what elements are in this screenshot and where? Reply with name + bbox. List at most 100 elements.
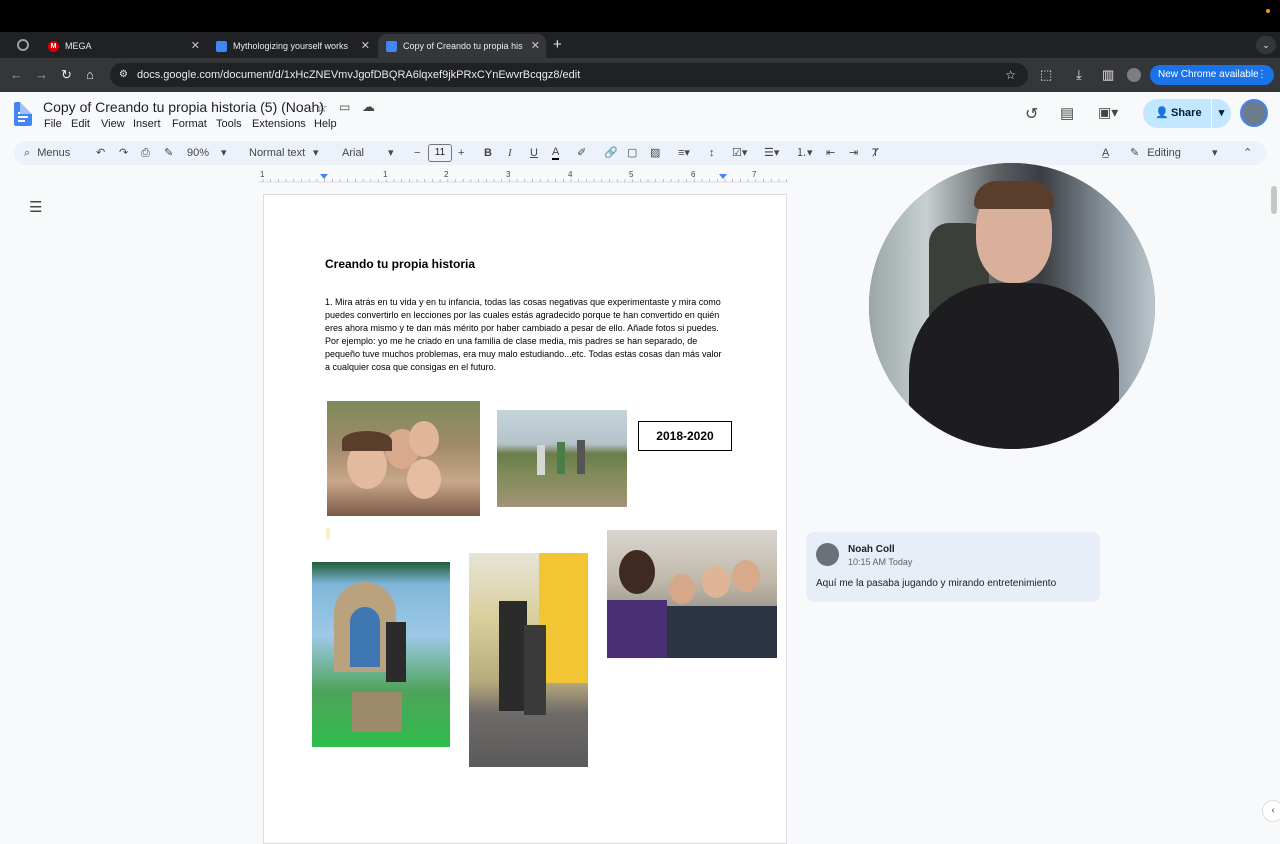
text-color-icon[interactable]: A xyxy=(552,146,560,160)
bookmark-star-icon[interactable]: ☆ xyxy=(1005,63,1016,87)
group-selfie-photo[interactable] xyxy=(607,530,777,658)
clear-formatting-icon[interactable]: Ⱦ xyxy=(872,146,879,160)
comments-icon[interactable]: ▤ xyxy=(1060,104,1074,122)
reload-icon[interactable]: ↻ xyxy=(61,68,72,81)
screen-top-bar xyxy=(0,0,1280,32)
comment-card[interactable]: Noah Coll 10:15 AM Today Aquí me la pasa… xyxy=(806,532,1100,602)
line-spacing-icon[interactable]: ↕ xyxy=(709,146,715,160)
italic-icon[interactable]: I xyxy=(508,146,512,160)
cloud-status-icon[interactable]: ☁ xyxy=(362,99,375,115)
underline-icon[interactable]: U xyxy=(530,146,538,160)
profile-avatar[interactable] xyxy=(1127,68,1141,82)
download-icon[interactable]: ⤓ xyxy=(1076,68,1082,81)
tab-mega[interactable]: M MEGA ✕ xyxy=(40,34,206,58)
font-select[interactable]: Arial ▾ xyxy=(342,146,398,160)
decrease-font-icon[interactable]: − xyxy=(414,146,420,160)
increase-font-icon[interactable]: + xyxy=(458,146,464,160)
menu-view[interactable]: View xyxy=(101,118,125,130)
lock-person-icon: 👤 xyxy=(1155,107,1169,119)
bold-icon[interactable]: B xyxy=(484,146,492,160)
version-history-icon[interactable]: ↺ xyxy=(1025,104,1038,124)
tab-title: Copy of Creando tu propia historia xyxy=(403,41,523,51)
forward-icon[interactable]: → xyxy=(35,68,48,81)
chevron-down-icon: ▾ xyxy=(313,147,319,159)
close-icon[interactable]: ✕ xyxy=(191,39,200,52)
webcam-overlay xyxy=(869,163,1155,449)
menu-extensions[interactable]: Extensions xyxy=(252,118,306,130)
add-comment-icon[interactable]: ▢ xyxy=(627,146,637,160)
insert-image-icon[interactable]: ▨ xyxy=(650,146,660,160)
document-outline-icon[interactable]: ☰ xyxy=(29,198,42,216)
back-icon[interactable]: ← xyxy=(10,68,23,81)
tab-mythologizing[interactable]: Mythologizing yourself works ✕ xyxy=(208,34,376,58)
checklist-icon[interactable]: ☑▾ xyxy=(732,146,747,160)
menu-insert[interactable]: Insert xyxy=(133,118,161,130)
menu-format[interactable]: Format xyxy=(172,118,207,130)
tab-search-button[interactable]: ⌄ xyxy=(1256,36,1276,54)
left-indent-marker xyxy=(320,174,328,179)
formatting-toolbar: ⌕ Menus ↶ ↷ ⎙ ✎ 90% ▾ Normal text ▾ Aria… xyxy=(14,141,1266,165)
numbered-list-icon[interactable]: ⒈▾ xyxy=(796,146,813,160)
star-icon[interactable]: ☆ xyxy=(316,100,328,116)
document-paragraph[interactable]: 1. Mira atrás en tu vida y en tu infanci… xyxy=(325,296,729,374)
menu-help[interactable]: Help xyxy=(314,118,337,130)
mode-select[interactable]: ✎ Editing ▾ xyxy=(1130,146,1220,160)
font-size-input[interactable]: 11 xyxy=(428,144,452,162)
search-icon: ⌕ xyxy=(24,147,31,159)
increase-indent-icon[interactable]: ⇥ xyxy=(849,146,858,160)
user-avatar[interactable] xyxy=(1240,99,1268,127)
menus-search[interactable]: ⌕ Menus xyxy=(24,146,70,160)
meet-icon[interactable]: ▣▾ xyxy=(1098,104,1118,121)
year-text-box[interactable]: 2018-2020 xyxy=(638,421,732,451)
zoom-select[interactable]: 90% ▾ xyxy=(187,146,231,160)
tab-creando[interactable]: Copy of Creando tu propia historia ✕ xyxy=(378,34,546,58)
share-button[interactable]: 👤 Share ▾ xyxy=(1143,99,1231,128)
menu-tools[interactable]: Tools xyxy=(216,118,242,130)
mode-value: Editing xyxy=(1147,147,1181,159)
document-heading[interactable]: Creando tu propia historia xyxy=(325,257,475,271)
decrease-indent-icon[interactable]: ⇤ xyxy=(826,146,835,160)
docs-logo-icon[interactable] xyxy=(14,102,32,126)
menu-file[interactable]: File xyxy=(44,118,62,130)
cinema-poster-photo[interactable] xyxy=(469,553,588,767)
chevron-down-icon[interactable]: ▾ xyxy=(1211,99,1231,128)
align-icon[interactable]: ≡▾ xyxy=(678,146,690,160)
collapse-menus-icon[interactable]: ⌃ xyxy=(1243,146,1252,160)
more-icon[interactable]: ⋮ xyxy=(1257,65,1267,85)
ruler-number: 4 xyxy=(568,170,573,179)
url-text: docs.google.com/document/d/1xHcZNEVmvJgo… xyxy=(137,69,581,81)
menu-edit[interactable]: Edit xyxy=(71,118,90,130)
update-label: New Chrome available xyxy=(1158,69,1259,80)
style-select[interactable]: Normal text ▾ xyxy=(249,146,325,160)
link-icon[interactable]: 🔗 xyxy=(604,146,618,160)
scrollbar-thumb[interactable] xyxy=(1271,186,1277,214)
share-label: Share xyxy=(1171,107,1202,119)
bulleted-list-icon[interactable]: ☰▾ xyxy=(764,146,779,160)
highlight-icon[interactable]: ✐ xyxy=(577,146,586,160)
address-bar[interactable]: ⚙ docs.google.com/document/d/1xHcZNEVmvJ… xyxy=(110,63,1028,87)
print-icon[interactable]: ⎙ xyxy=(141,146,150,160)
new-chrome-available-button[interactable]: New Chrome available ⋮ xyxy=(1150,65,1274,85)
paint-format-icon[interactable]: ✎ xyxy=(164,146,173,160)
move-folder-icon[interactable]: ▭ xyxy=(339,100,350,114)
close-icon[interactable]: ✕ xyxy=(361,39,370,52)
comment-time: 10:15 AM Today xyxy=(848,557,913,567)
home-icon[interactable]: ⌂ xyxy=(86,68,94,81)
redo-icon[interactable]: ↷ xyxy=(119,146,128,160)
close-icon[interactable]: ✕ xyxy=(531,39,540,52)
extensions-icon[interactable]: ⬚ xyxy=(1040,68,1052,81)
site-info-icon[interactable]: ⚙ xyxy=(119,63,128,87)
new-tab-icon[interactable]: + xyxy=(553,36,562,53)
document-title[interactable]: Copy of Creando tu propia historia (5) (… xyxy=(43,99,324,115)
docs-header: Copy of Creando tu propia historia (5) (… xyxy=(0,92,1280,138)
chrome-menu-icon[interactable] xyxy=(17,39,29,51)
ruler-number: 1 xyxy=(260,170,265,179)
side-panel-toggle-icon[interactable]: ‹ xyxy=(1262,800,1280,822)
family-selfie-photo[interactable] xyxy=(327,401,480,516)
zoom-value: 90% xyxy=(187,147,210,159)
spellcheck-icon[interactable]: A̲ xyxy=(1102,146,1109,160)
undo-icon[interactable]: ↶ xyxy=(96,146,105,160)
theme-park-photo[interactable] xyxy=(312,562,450,747)
side-panel-icon[interactable]: ▥ xyxy=(1102,68,1114,81)
friends-walking-photo[interactable] xyxy=(497,410,627,507)
